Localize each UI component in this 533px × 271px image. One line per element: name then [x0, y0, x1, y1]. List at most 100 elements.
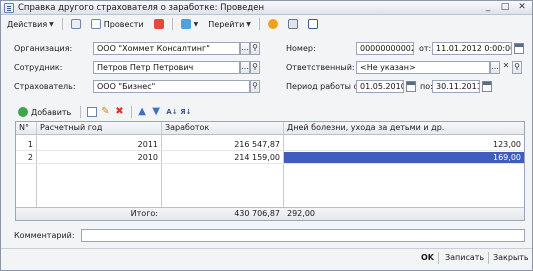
footer-earnings-total: 430 706,87: [234, 209, 280, 218]
button-separator: [438, 252, 439, 264]
organization-select-button[interactable]: …: [240, 42, 250, 55]
cell-number: 1: [27, 140, 33, 149]
clear-icon[interactable]: ✕: [501, 61, 511, 74]
number-label: Номер:: [286, 44, 316, 53]
maximize-button[interactable]: □: [499, 2, 511, 13]
column-header-year[interactable]: Расчетный год: [37, 122, 161, 134]
list-icon: [70, 19, 81, 29]
post-button[interactable]: Провести: [87, 17, 148, 31]
table-header: N° Расчетный год Заработок Дней болезни,…: [16, 122, 524, 135]
responsible-field[interactable]: <Не указан>: [356, 61, 490, 74]
calendar-icon[interactable]: [514, 43, 524, 54]
column-divider: [36, 122, 37, 220]
sort-ascending-icon[interactable]: A↓: [166, 107, 177, 117]
settings-button[interactable]: [304, 17, 322, 31]
chevron-down-icon: ▼: [193, 20, 199, 28]
insurer-field[interactable]: ООО "Бизнес": [93, 80, 250, 93]
minimize-button[interactable]: _: [482, 2, 494, 13]
organization-label: Организация:: [14, 44, 73, 53]
insurer-label: Страхователь:: [14, 82, 76, 91]
post-document-icon: [90, 19, 101, 29]
add-label: Добавить: [31, 107, 72, 117]
print-status-button[interactable]: [150, 17, 168, 31]
table-toolbar: Добавить ✎ ✖ ▲ ▼ A↓ Я↓: [15, 105, 192, 119]
button-separator: [488, 252, 489, 264]
footer-divider: [1, 248, 532, 249]
comment-field[interactable]: [81, 229, 525, 242]
cell-number: 2: [27, 153, 33, 162]
document-icon: [4, 2, 14, 13]
actions-menu-button[interactable]: Действия ▼: [3, 17, 58, 31]
insurer-open-icon[interactable]: ⚲: [250, 80, 260, 93]
actions-label: Действия: [7, 19, 48, 29]
toolbar-separator: [258, 18, 260, 30]
table-row[interactable]: 1 2011 216 547,87 123,00: [16, 139, 524, 151]
cell-earnings: 216 547,87: [234, 140, 280, 149]
footer-total-label: Итого:: [130, 209, 158, 218]
post-label: Провести: [103, 19, 144, 29]
toolbar-separator: [131, 106, 133, 118]
comment-label: Комментарий:: [14, 231, 75, 240]
footer-days-total: 292,00: [287, 209, 315, 218]
sort-descending-icon[interactable]: Я↓: [180, 107, 191, 117]
responsible-label: Ответственный:: [286, 63, 355, 72]
goto-menu-button[interactable]: Перейти ▼: [204, 17, 255, 31]
structure-icon: [287, 19, 298, 29]
table-settings-icon: [307, 19, 318, 29]
organization-open-icon[interactable]: ⚲: [250, 42, 260, 55]
calendar-icon[interactable]: [482, 81, 492, 92]
employee-field[interactable]: Петров Петр Петрович: [93, 61, 240, 74]
calendar-icon[interactable]: [406, 81, 416, 92]
toolbar-separator: [171, 18, 173, 30]
move-down-icon[interactable]: ▼: [152, 107, 162, 117]
toolbar-separator: [80, 106, 82, 118]
help-icon: [267, 19, 278, 29]
title-bar: Справка другого страхователя о заработке…: [1, 1, 532, 15]
cell-days-selected[interactable]: 169,00: [284, 152, 524, 163]
window-title: Справка другого страхователя о заработке…: [18, 2, 265, 13]
copy-icon[interactable]: [87, 107, 98, 117]
add-icon: [18, 107, 28, 117]
date-from-label: от:: [419, 44, 432, 53]
close-window-button[interactable]: ✕: [516, 2, 528, 13]
save-button[interactable]: Записать: [445, 252, 484, 264]
goto-label: Перейти: [208, 19, 245, 29]
create-based-icon: [180, 19, 191, 29]
add-row-button[interactable]: Добавить: [15, 105, 74, 119]
structure-button[interactable]: [284, 17, 302, 31]
chevron-down-icon: ▼: [49, 20, 54, 28]
edit-icon[interactable]: ✎: [101, 107, 111, 117]
based-on-button[interactable]: ▼: [177, 17, 203, 31]
table-footer: Итого: 430 706,87 292,00: [16, 207, 524, 220]
employee-label: Сотрудник:: [14, 63, 63, 72]
number-field[interactable]: 00000000002: [356, 42, 414, 55]
column-header-earnings[interactable]: Заработок: [162, 122, 283, 134]
responsible-open-icon[interactable]: ⚲: [512, 61, 522, 74]
close-button[interactable]: Закрыть: [493, 252, 529, 264]
chevron-down-icon: ▼: [246, 20, 251, 28]
organization-field[interactable]: ООО "Хоммет Консалтинг": [93, 42, 240, 55]
period-from-field[interactable]: 01.05.2010: [356, 80, 404, 93]
main-toolbar: Действия ▼ Провести ▼ Перейти ▼: [3, 16, 531, 32]
document-date-field[interactable]: 11.01.2012 0:00:00: [432, 42, 512, 55]
employee-select-button[interactable]: …: [240, 61, 250, 74]
help-button[interactable]: [264, 17, 282, 31]
column-header-days[interactable]: Дней болезни, ухода за детьми и др.: [284, 122, 522, 134]
column-header-number[interactable]: N°: [16, 122, 36, 134]
toolbar-separator: [61, 18, 63, 30]
cell-year: 2010: [137, 153, 158, 162]
cell-earnings: 214 159,00: [234, 153, 280, 162]
period-to-field[interactable]: 30.11.2011: [432, 80, 480, 93]
ok-button[interactable]: OK: [421, 252, 434, 264]
table-row[interactable]: 2 2010 214 159,00 169,00: [16, 152, 524, 164]
cell-year: 2011: [137, 140, 158, 149]
move-up-icon[interactable]: ▲: [138, 107, 148, 117]
earnings-table: N° Расчетный год Заработок Дней болезни,…: [15, 121, 525, 221]
column-divider: [283, 122, 284, 220]
cell-days: 123,00: [493, 140, 521, 149]
employee-open-icon[interactable]: ⚲: [250, 61, 260, 74]
delete-icon[interactable]: ✖: [115, 107, 125, 117]
column-divider: [161, 122, 162, 220]
form-list-button[interactable]: [67, 17, 85, 31]
responsible-select-button[interactable]: …: [490, 61, 500, 74]
